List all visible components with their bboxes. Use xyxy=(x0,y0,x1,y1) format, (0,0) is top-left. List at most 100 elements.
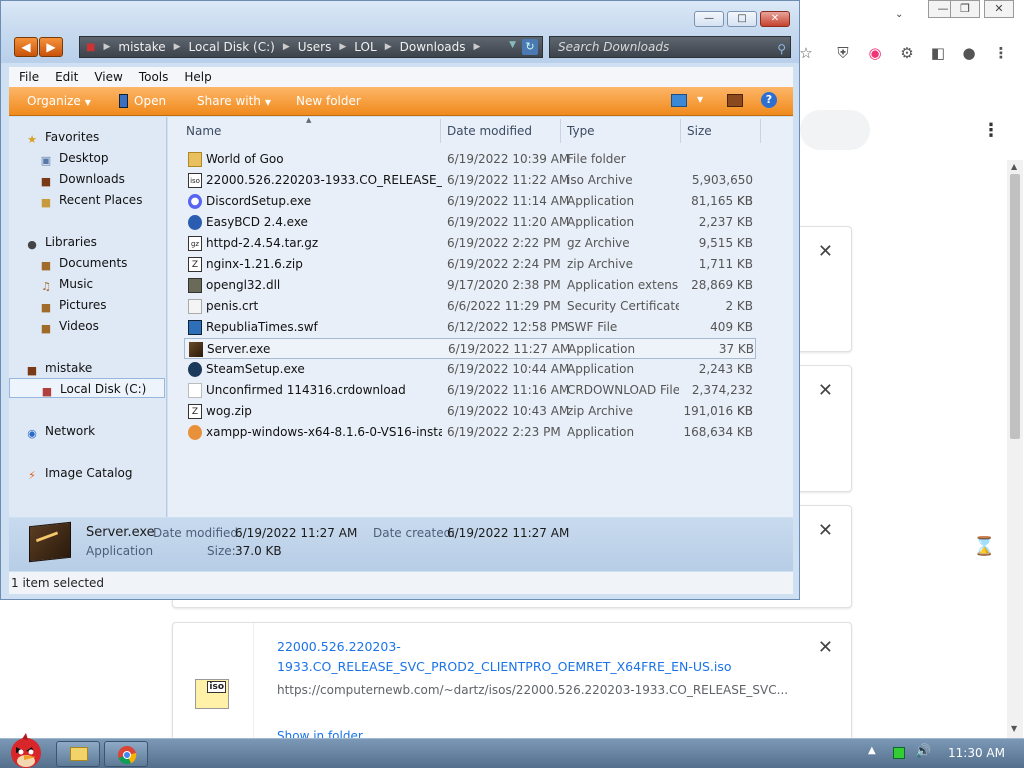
breadcrumb-separator[interactable]: ▶ xyxy=(174,42,181,52)
file-date: 6/19/2022 11:27 AM xyxy=(448,342,571,356)
start-button-angry-bird-icon[interactable] xyxy=(2,731,46,768)
breadcrumb-mistake[interactable]: mistake xyxy=(118,40,165,54)
nav-music[interactable]: ♫ Music xyxy=(9,274,165,294)
page-scrollbar[interactable]: ▲ ▼ xyxy=(1007,160,1023,738)
remove-download-close-icon[interactable]: ✕ xyxy=(818,380,833,401)
breadcrumb-lol[interactable]: LOL xyxy=(354,40,376,54)
file-row[interactable]: penis.crt 6/6/2022 11:29 PM Security Cer… xyxy=(184,296,756,317)
scroll-down-arrow-icon[interactable]: ▼ xyxy=(1011,724,1017,733)
computer-icon: ■ xyxy=(86,41,96,53)
nav-documents[interactable]: ■ Documents xyxy=(9,253,165,273)
column-name[interactable]: Name xyxy=(186,124,221,138)
column-size[interactable]: Size xyxy=(687,124,712,138)
nav-computer[interactable]: ■ mistake xyxy=(9,358,165,378)
profile-avatar-icon[interactable]: ● xyxy=(958,42,980,64)
file-row[interactable]: ● DiscordSetup.exe 6/19/2022 11:14 AM Ap… xyxy=(184,191,756,212)
menu-file[interactable]: File xyxy=(19,70,39,84)
remove-download-close-icon[interactable]: ✕ xyxy=(818,241,833,262)
menu-tools[interactable]: Tools xyxy=(139,70,169,84)
file-row[interactable]: gz httpd-2.4.54.tar.gz 6/19/2022 2:22 PM… xyxy=(184,233,756,254)
file-row[interactable]: RepubliaTimes.swf 6/12/2022 12:58 PM SWF… xyxy=(184,317,756,338)
change-view-icon[interactable] xyxy=(671,94,687,107)
show-hidden-icons-arrow-icon[interactable]: ▲ xyxy=(868,745,876,756)
open-button[interactable]: Open xyxy=(119,94,166,108)
downloads-search-box[interactable] xyxy=(800,110,870,150)
tab-search-chevron-icon[interactable]: ⌄ xyxy=(895,9,903,20)
breadcrumb-separator[interactable]: ▶ xyxy=(385,42,392,52)
breadcrumb-separator[interactable]: ▶ xyxy=(339,42,346,52)
share-with-button[interactable]: Share with ▼ xyxy=(197,94,271,108)
extensions-puzzle-icon[interactable]: ⚙ xyxy=(896,42,918,64)
column-separator[interactable] xyxy=(560,119,561,143)
download-filename-link[interactable]: 22000.526.220203-1933.CO_RELEASE_SVC_PRO… xyxy=(277,637,777,677)
back-button[interactable]: ◀ xyxy=(14,37,38,57)
downloads-more-icon[interactable]: ⋮ xyxy=(982,120,1000,141)
column-separator[interactable] xyxy=(760,119,761,143)
nav-libraries[interactable]: ● Libraries xyxy=(9,232,165,252)
file-row[interactable]: SteamSetup.exe 6/19/2022 10:44 AM Applic… xyxy=(184,359,756,380)
nav-videos[interactable]: ■ Videos xyxy=(9,316,165,336)
volume-icon[interactable]: 🔊 xyxy=(915,744,931,759)
remove-download-close-icon[interactable]: ✕ xyxy=(818,520,833,541)
file-row[interactable]: xampp-windows-x64-8.1.6-0-VS16-install..… xyxy=(184,422,756,443)
scroll-thumb[interactable] xyxy=(1010,174,1020,439)
file-row[interactable]: EasyBCD 2.4.exe 6/19/2022 11:20 AM Appli… xyxy=(184,212,756,233)
search-icon[interactable]: ⚲ xyxy=(777,39,786,59)
clock[interactable]: 11:30 AM xyxy=(948,746,1005,760)
file-name: RepubliaTimes.swf xyxy=(206,320,318,334)
chrome-menu-icon[interactable]: ⋮ xyxy=(990,42,1012,64)
organize-button[interactable]: Organize ▼ xyxy=(27,94,91,108)
file-row[interactable]: World of Goo 6/19/2022 10:39 AM File fol… xyxy=(184,149,756,170)
nav-recent-places[interactable]: ■ Recent Places xyxy=(9,190,165,210)
remove-download-close-icon[interactable]: ✕ xyxy=(818,637,833,658)
taskbar-explorer-button[interactable] xyxy=(56,741,100,767)
breadcrumb-separator[interactable]: ▶ xyxy=(474,42,481,52)
file-row[interactable]: Unconfirmed 114316.crdownload 6/19/2022 … xyxy=(184,380,756,418)
breadcrumb-local-disk[interactable]: Local Disk (C:) xyxy=(189,40,275,54)
explorer-close-button[interactable]: ✕ xyxy=(760,11,790,27)
nav-desktop[interactable]: ▣ Desktop xyxy=(9,148,165,168)
column-date-modified[interactable]: Date modified xyxy=(447,124,532,138)
extension-flag-icon[interactable]: ◉ xyxy=(864,42,886,64)
refresh-icon[interactable]: ↻ xyxy=(522,39,538,55)
help-icon[interactable]: ? xyxy=(761,92,777,108)
nav-pictures[interactable]: ■ Pictures xyxy=(9,295,165,315)
nav-image-catalog[interactable]: ⚡ Image Catalog xyxy=(9,463,165,483)
preview-pane-icon[interactable] xyxy=(727,94,743,107)
ublock-extension-icon[interactable]: ⛨ xyxy=(832,42,854,64)
file-row[interactable]: Z wog.zip 6/19/2022 10:43 AM zip Archive… xyxy=(184,401,756,422)
chrome-close-button[interactable]: ✕ xyxy=(984,0,1014,18)
network-status-icon[interactable] xyxy=(893,747,905,759)
view-options-chevron-icon[interactable]: ▼ xyxy=(697,95,703,104)
file-size: 168,634 KB xyxy=(683,425,753,439)
nav-network[interactable]: ◉ Network xyxy=(9,421,165,441)
breadcrumb-separator[interactable]: ▶ xyxy=(283,42,290,52)
explorer-minimize-button[interactable]: — xyxy=(694,11,724,27)
breadcrumb-downloads[interactable]: Downloads xyxy=(400,40,466,54)
search-input[interactable]: Search Downloads ⚲ xyxy=(549,36,791,58)
column-type[interactable]: Type xyxy=(567,124,595,138)
menu-help[interactable]: Help xyxy=(184,70,211,84)
file-row[interactable]: opengl32.dll 9/17/2020 2:38 PM Applicati… xyxy=(184,275,756,296)
nav-downloads[interactable]: ■ Downloads xyxy=(9,169,165,189)
taskbar-chrome-button[interactable] xyxy=(104,741,148,767)
chrome-restore-button[interactable]: ❐ xyxy=(950,0,980,18)
file-row[interactable]: iso 22000.526.220203-1933.CO_RELEASE_SVC… xyxy=(184,170,756,208)
explorer-maximize-button[interactable]: □ xyxy=(727,11,757,27)
scroll-up-arrow-icon[interactable]: ▲ xyxy=(1011,162,1017,171)
file-row-selected[interactable]: Server.exe 6/19/2022 11:27 AM Applicatio… xyxy=(184,338,756,359)
menu-edit[interactable]: Edit xyxy=(55,70,78,84)
menu-view[interactable]: View xyxy=(94,70,122,84)
column-separator[interactable] xyxy=(440,119,441,143)
breadcrumb-users[interactable]: Users xyxy=(298,40,332,54)
download-url[interactable]: https://computernewb.com/~dartz/isos/220… xyxy=(277,683,797,697)
address-dropdown-icon[interactable]: ▼ xyxy=(509,40,516,50)
column-separator[interactable] xyxy=(680,119,681,143)
forward-button[interactable]: ▶ xyxy=(39,37,63,57)
file-row[interactable]: Z nginx-1.21.6.zip 6/19/2022 2:24 PM zip… xyxy=(184,254,756,275)
nav-local-disk[interactable]: ■ Local Disk (C:) xyxy=(9,378,165,398)
new-folder-button[interactable]: New folder xyxy=(296,94,361,108)
side-panel-icon[interactable]: ◧ xyxy=(927,42,949,64)
nav-favorites[interactable]: ★ Favorites xyxy=(9,127,165,147)
address-bar[interactable]: ■ ▶ mistake ▶ Local Disk (C:) ▶ Users ▶ … xyxy=(79,36,543,58)
